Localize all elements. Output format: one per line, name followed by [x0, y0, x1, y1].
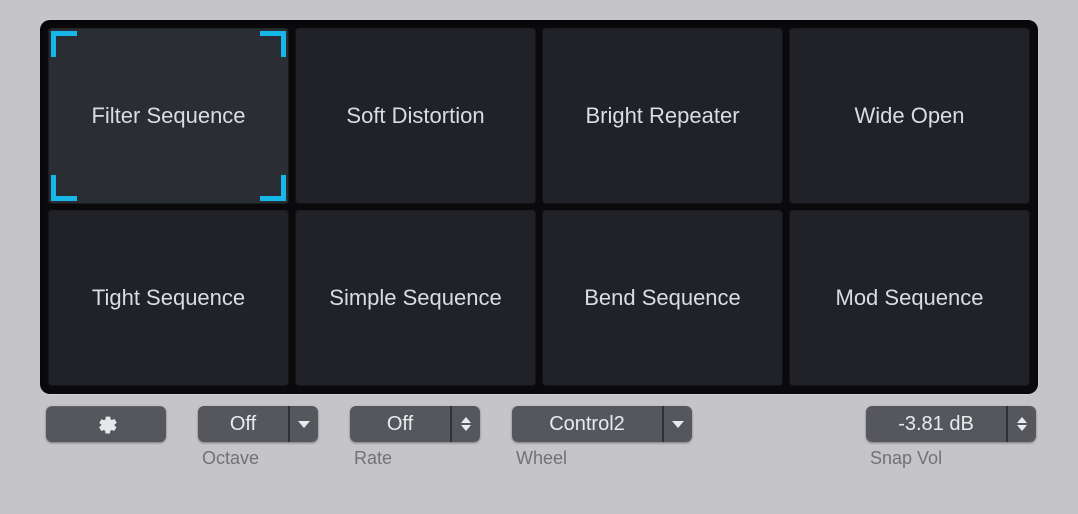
pad-label: Simple Sequence — [329, 284, 501, 312]
rate-stepper[interactable]: Off — [350, 406, 480, 442]
selection-corner — [260, 175, 286, 201]
snapvol-value: -3.81 dB — [866, 406, 1006, 442]
octave-control: Off Octave — [198, 406, 318, 469]
chevron-down-icon — [298, 421, 310, 428]
pad-grid: Filter Sequence Soft Distortion Bright R… — [48, 28, 1030, 386]
pad-1[interactable]: Soft Distortion — [295, 28, 536, 204]
selection-corner — [51, 31, 77, 57]
rate-label: Rate — [354, 448, 392, 469]
settings-button[interactable] — [46, 406, 166, 442]
octave-label: Octave — [202, 448, 259, 469]
dropdown-arrow — [288, 406, 318, 442]
pad-label: Wide Open — [854, 102, 964, 130]
octave-dropdown[interactable]: Off — [198, 406, 318, 442]
wheel-dropdown[interactable]: Control2 — [512, 406, 692, 442]
pad-0[interactable]: Filter Sequence — [48, 28, 289, 204]
pad-label: Soft Distortion — [346, 102, 484, 130]
chevron-up-icon — [1017, 417, 1027, 423]
pad-label: Bright Repeater — [585, 102, 739, 130]
pad-3[interactable]: Wide Open — [789, 28, 1030, 204]
chevron-down-icon — [461, 425, 471, 431]
dropdown-arrow — [662, 406, 692, 442]
wheel-label: Wheel — [516, 448, 567, 469]
pad-label: Bend Sequence — [584, 284, 741, 312]
performance-pad-panel: Filter Sequence Soft Distortion Bright R… — [40, 20, 1038, 394]
pad-7[interactable]: Mod Sequence — [789, 210, 1030, 386]
chevron-down-icon — [1017, 425, 1027, 431]
controls-row: Off Octave Off Rate Control2 Wheel -3 — [40, 406, 1038, 469]
pad-4[interactable]: Tight Sequence — [48, 210, 289, 386]
snapvol-control: -3.81 dB Snap Vol — [866, 406, 1036, 469]
rate-control: Off Rate — [350, 406, 480, 469]
pad-6[interactable]: Bend Sequence — [542, 210, 783, 386]
selection-corner — [260, 31, 286, 57]
snapvol-stepper[interactable]: -3.81 dB — [866, 406, 1036, 442]
snapvol-label: Snap Vol — [870, 448, 942, 469]
wheel-control: Control2 Wheel — [512, 406, 692, 469]
pad-label: Filter Sequence — [91, 102, 245, 130]
pad-label: Tight Sequence — [92, 284, 245, 312]
pad-5[interactable]: Simple Sequence — [295, 210, 536, 386]
pad-label: Mod Sequence — [836, 284, 984, 312]
gear-icon — [95, 413, 117, 435]
rate-value: Off — [350, 406, 450, 442]
stepper-arrows — [450, 406, 480, 442]
chevron-down-icon — [672, 421, 684, 428]
stepper-arrows — [1006, 406, 1036, 442]
selection-corner — [51, 175, 77, 201]
pad-2[interactable]: Bright Repeater — [542, 28, 783, 204]
wheel-value: Control2 — [512, 406, 662, 442]
octave-value: Off — [198, 406, 288, 442]
chevron-up-icon — [461, 417, 471, 423]
